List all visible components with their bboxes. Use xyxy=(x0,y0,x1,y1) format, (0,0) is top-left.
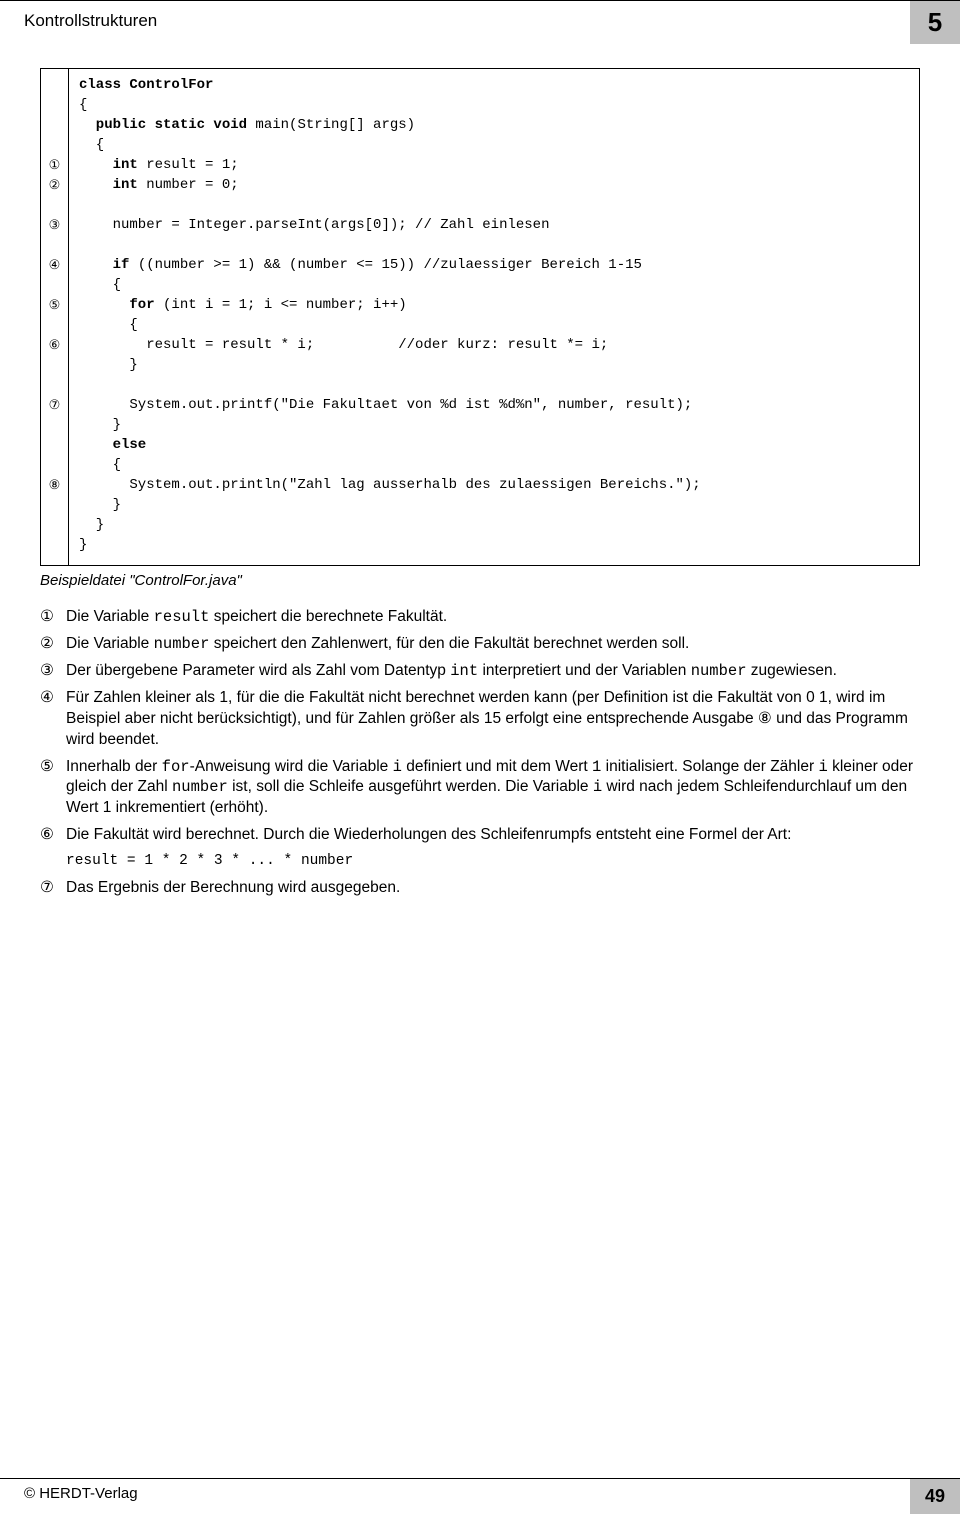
page-header: Kontrollstrukturen 5 xyxy=(0,0,960,44)
publisher-text: © HERDT-Verlag xyxy=(0,1479,910,1514)
code-listing: ① ② ③ ④ ⑤ ⑥ ⑦ ⑧ class ControlFor { publi… xyxy=(40,68,920,566)
explanation-item-5: ⑤ Innerhalb der for-Anweisung wird die V… xyxy=(40,757,920,820)
item-marker: ① xyxy=(40,607,66,628)
item-text: Das Ergebnis der Berechnung wird ausgege… xyxy=(66,878,920,899)
item-text: Die Fakultät wird berechnet. Durch die W… xyxy=(66,825,920,846)
explanation-item-3: ③ Der übergebene Parameter wird als Zahl… xyxy=(40,661,920,682)
explanation-item-4: ④ Für Zahlen kleiner als 1, für die die … xyxy=(40,688,920,751)
marker-5: ⑤ xyxy=(41,295,68,315)
page-number-badge: 49 xyxy=(910,1479,960,1514)
marker-1: ① xyxy=(41,155,68,175)
chapter-number-badge: 5 xyxy=(910,1,960,44)
code-body: class ControlFor { public static void ma… xyxy=(69,69,919,565)
page-footer: © HERDT-Verlag 49 xyxy=(0,1478,960,1514)
explanation-list: ① Die Variable result speichert die bere… xyxy=(40,607,920,899)
formula-text: result = 1 * 2 * 3 * ... * number xyxy=(66,852,920,872)
explanation-item-6: ⑥ Die Fakultät wird berechnet. Durch die… xyxy=(40,825,920,846)
item-text: Der übergebene Parameter wird als Zahl v… xyxy=(66,661,920,682)
item-marker: ② xyxy=(40,634,66,655)
header-title: Kontrollstrukturen xyxy=(0,1,910,44)
marker-3: ③ xyxy=(41,215,68,235)
page-content: ① ② ③ ④ ⑤ ⑥ ⑦ ⑧ class ControlFor { publi… xyxy=(0,44,960,899)
marker-6: ⑥ xyxy=(41,335,68,355)
code-marker-column: ① ② ③ ④ ⑤ ⑥ ⑦ ⑧ xyxy=(41,69,69,565)
item-marker: ③ xyxy=(40,661,66,682)
explanation-item-2: ② Die Variable number speichert den Zahl… xyxy=(40,634,920,655)
item-text: Innerhalb der for-Anweisung wird die Var… xyxy=(66,757,920,820)
item-marker: ⑥ xyxy=(40,825,66,846)
explanation-item-1: ① Die Variable result speichert die bere… xyxy=(40,607,920,628)
marker-2: ② xyxy=(41,175,68,195)
item-marker: ④ xyxy=(40,688,66,751)
marker-8: ⑧ xyxy=(41,475,68,495)
item-marker: ⑦ xyxy=(40,878,66,899)
code-caption: Beispieldatei "ControlFor.java" xyxy=(40,572,920,589)
item-text: Die Variable result speichert die berech… xyxy=(66,607,920,628)
marker-7: ⑦ xyxy=(41,395,68,415)
explanation-item-7: ⑦ Das Ergebnis der Berechnung wird ausge… xyxy=(40,878,920,899)
marker-4: ④ xyxy=(41,255,68,275)
item-text: Für Zahlen kleiner als 1, für die die Fa… xyxy=(66,688,920,751)
item-text: Die Variable number speichert den Zahlen… xyxy=(66,634,920,655)
item-marker: ⑤ xyxy=(40,757,66,820)
